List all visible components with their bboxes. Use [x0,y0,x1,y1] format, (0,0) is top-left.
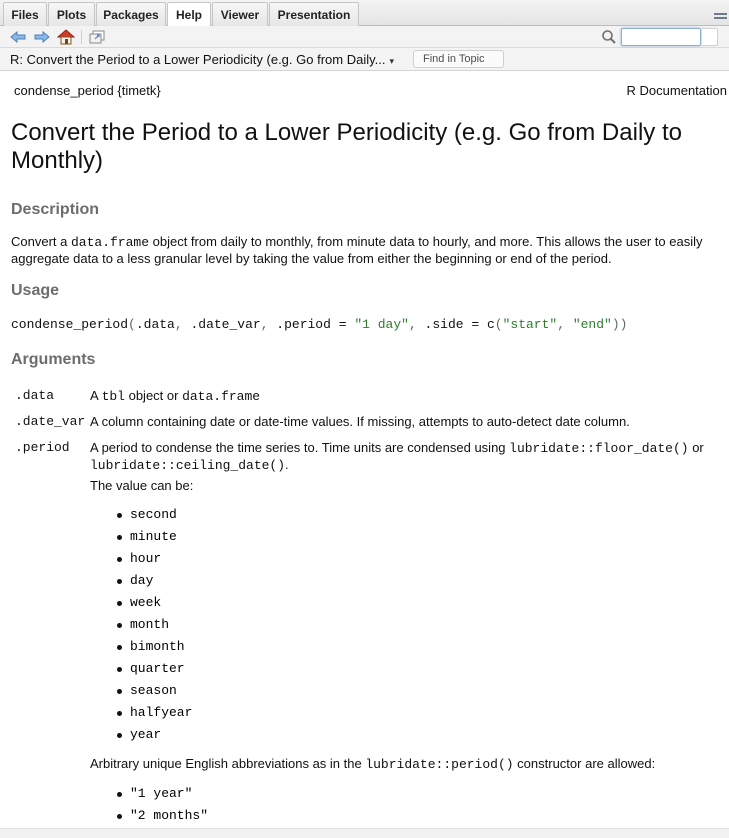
description-text: Convert a data.frame object from daily t… [11,234,703,266]
list-item: week [115,595,192,617]
back-arrow-icon[interactable] [9,28,27,46]
section-heading-description: Description [11,201,100,218]
chevron-down-icon: ▾ [389,56,394,66]
section-heading-usage: Usage [11,282,60,299]
forward-arrow-icon[interactable] [33,28,51,46]
usage-code: condense_period(.data, .date_var, .perio… [11,317,628,332]
tab-label: Viewer [220,7,260,22]
arg-desc-date-var: A column containing date or date-time va… [90,414,630,429]
list-item: halfyear [115,705,192,727]
period-examples-list: "1 year" "2 months" [115,786,208,830]
tab-plots[interactable]: Plots [48,2,95,26]
section-heading-arguments: Arguments [11,351,96,368]
list-item: second [115,507,192,529]
tab-label: Help [175,8,202,22]
list-item: bimonth [115,639,192,661]
tab-presentation[interactable]: Presentation [269,2,359,26]
doc-source-label: R Documentation [626,83,727,98]
arg-desc-period: A period to condense the time series to.… [90,440,704,473]
tab-label: Plots [56,7,87,22]
arg-name-period: .period [15,440,70,455]
pane-tab-strip: Files Plots Packages Help Viewer Present… [0,0,729,27]
topic-title-text: R: Convert the Period to a Lower Periodi… [10,52,386,67]
list-item: hour [115,551,192,573]
search-icon [600,28,618,46]
tab-packages[interactable]: Packages [96,2,166,26]
value-can-be-text: The value can be: [90,478,194,493]
arg-name-date-var: .date_var [15,414,86,429]
doc-package-label: condense_period {timetk} [14,83,161,98]
abbreviations-text: Arbitrary unique English abbreviations a… [90,756,656,772]
list-item: season [115,683,192,705]
help-search-input[interactable] [621,28,701,46]
search-clear-area [702,28,718,46]
tab-label: Presentation [277,7,351,22]
minimize-pane-icon[interactable] [714,13,727,23]
list-item: "1 year" [115,786,208,808]
list-item: day [115,573,192,595]
find-in-topic-input[interactable] [413,50,504,68]
home-icon[interactable] [57,28,75,46]
tab-label: Packages [103,7,159,22]
page-title: Convert the Period to a Lower Periodicit… [11,119,682,174]
tab-files[interactable]: Files [3,2,47,26]
list-item: month [115,617,192,639]
horizontal-scrollbar[interactable] [0,828,729,838]
list-item: quarter [115,661,192,683]
topic-history-dropdown[interactable]: R: Convert the Period to a Lower Periodi… [10,52,394,67]
period-values-list: second minute hour day week month bimont… [115,507,192,749]
list-item: "2 months" [115,808,208,830]
tab-help[interactable]: Help [167,2,211,27]
arg-desc-data: A tbl object or data.frame [90,388,261,404]
list-item: year [115,727,192,749]
topic-bar: R: Convert the Period to a Lower Periodi… [0,48,729,71]
arg-name-data: .data [15,388,55,403]
help-toolbar [0,26,729,48]
toolbar-divider [81,30,82,44]
popout-window-icon[interactable] [88,28,106,46]
tab-viewer[interactable]: Viewer [212,2,268,26]
tab-label: Files [11,7,39,22]
list-item: minute [115,529,192,551]
